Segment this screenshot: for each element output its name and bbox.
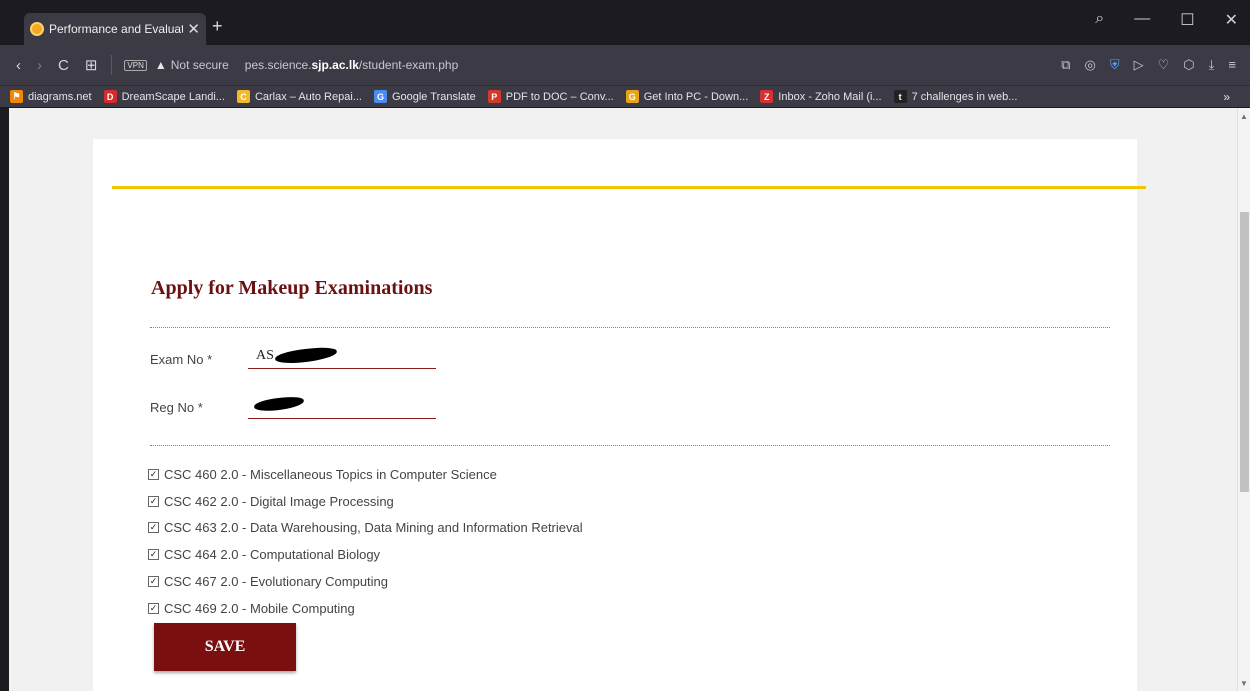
course-item[interactable]: ✓ CSC 463 2.0 - Data Warehousing, Data Mi…	[148, 515, 583, 542]
checkbox-checked[interactable]: ✓	[148, 495, 159, 507]
bookmark-item[interactable]: t 7 challenges in web...	[893, 90, 1018, 103]
vpn-badge[interactable]: VPN	[124, 59, 147, 71]
tab-title: Performance and Evaluatio	[49, 22, 184, 36]
minimize-button[interactable]: —	[1134, 10, 1150, 30]
course-item[interactable]: ✓ CSC 460 2.0 - Miscellaneous Topics in C…	[148, 461, 583, 488]
download-icon[interactable]: ⤓	[1209, 57, 1215, 73]
bookmark-item[interactable]: D DreamScape Landi...	[103, 90, 225, 103]
close-window-button[interactable]: ✕	[1225, 10, 1238, 30]
vertical-scrollbar[interactable]: ▲ ▼	[1237, 108, 1250, 691]
share-icon[interactable]: ⧉	[1061, 57, 1070, 73]
menu-icon[interactable]: ≡	[1228, 57, 1236, 73]
bookmark-label: Get Into PC - Down...	[643, 90, 749, 103]
divider	[111, 55, 113, 75]
page-title: Apply for Makeup Examinations	[151, 277, 433, 299]
checkbox-checked[interactable]: ✓	[148, 549, 159, 561]
bookmark-favicon-icon: G	[373, 90, 387, 103]
forward-button[interactable]: ›	[37, 57, 42, 74]
heart-icon[interactable]: ♡	[1158, 57, 1170, 73]
bookmark-favicon-icon: D	[103, 90, 117, 103]
new-tab-button[interactable]: +	[212, 17, 223, 35]
search-tabs-icon[interactable]: ⌕	[1095, 10, 1104, 30]
page-viewport: Apply for Makeup Examinations Exam No * …	[9, 108, 1237, 691]
course-item[interactable]: ✓ CSC 467 2.0 - Evolutionary Computing	[148, 568, 583, 595]
checkbox-checked[interactable]: ✓	[148, 468, 159, 480]
url-domain: sjp.ac.lk	[311, 58, 359, 72]
url-path: /student-exam.php	[358, 58, 459, 72]
address-bar-tools: ⧉ ◎ ⛨ ▷ ♡ ⬡ ⤓ ≡	[1061, 57, 1236, 73]
bookmark-item[interactable]: G Google Translate	[373, 90, 476, 103]
bookmark-item[interactable]: P PDF to DOC – Conv...	[487, 90, 614, 103]
bookmark-item[interactable]: G Get Into PC - Down...	[625, 90, 749, 103]
bookmark-label: DreamScape Landi...	[121, 90, 225, 103]
bookmark-label: PDF to DOC – Conv...	[505, 90, 614, 103]
bookmark-item[interactable]: ⚑ diagrams.net	[10, 90, 92, 103]
reg-no-label: Reg No *	[150, 400, 203, 415]
bookmark-label: Google Translate	[391, 90, 476, 103]
bookmark-item[interactable]: C Carlax – Auto Repai...	[236, 90, 362, 103]
scroll-thumb[interactable]	[1240, 212, 1249, 492]
url-prefix: pes.science.	[244, 58, 312, 72]
snapshot-icon[interactable]: ◎	[1085, 57, 1096, 73]
course-item[interactable]: ✓ CSC 462 2.0 - Digital Image Processing	[148, 488, 583, 515]
bookmark-label: Carlax – Auto Repai...	[254, 90, 362, 103]
course-list: ✓ CSC 460 2.0 - Miscellaneous Topics in C…	[148, 461, 583, 622]
send-icon[interactable]: ▷	[1134, 57, 1144, 73]
url-field[interactable]: pes.science.sjp.ac.lk/student-exam.php	[245, 58, 458, 72]
course-label: CSC 463 2.0 - Data Warehousing, Data Min…	[164, 520, 583, 536]
bookmark-favicon-icon: C	[236, 90, 250, 103]
course-label: CSC 467 2.0 - Evolutionary Computing	[164, 574, 389, 590]
window-edge	[0, 108, 9, 691]
bookmark-favicon-icon: Z	[760, 90, 774, 103]
save-button[interactable]: SAVE	[154, 623, 296, 671]
course-label: CSC 469 2.0 - Mobile Computing	[164, 600, 355, 616]
divider	[150, 327, 1110, 328]
form-card: Apply for Makeup Examinations Exam No * …	[93, 139, 1146, 691]
checkbox-checked[interactable]: ✓	[148, 576, 159, 588]
bookmark-label: 7 challenges in web...	[911, 90, 1018, 103]
warning-icon: ▲	[154, 58, 167, 72]
exam-no-label: Exam No *	[150, 352, 213, 367]
course-label: CSC 462 2.0 - Digital Image Processing	[164, 493, 394, 509]
back-button[interactable]: ‹	[16, 57, 21, 74]
bookmarks-bar: ⚑ diagrams.net D DreamScape Landi... C Carlax…	[0, 85, 1250, 107]
scroll-up-icon[interactable]: ▲	[1240, 112, 1248, 121]
course-item[interactable]: ✓ CSC 469 2.0 - Mobile Computing	[148, 595, 583, 622]
bookmark-favicon-icon: G	[625, 90, 639, 103]
scroll-down-icon[interactable]: ▼	[1240, 679, 1248, 688]
reload-button[interactable]: C	[58, 57, 69, 74]
bookmark-label: diagrams.net	[28, 90, 92, 103]
bookmark-item[interactable]: Z Inbox - Zoho Mail (i...	[760, 90, 882, 103]
address-bar: ‹ › C ⊞ VPN ▲ Not secure pes.science.sjp…	[0, 45, 1250, 85]
course-item[interactable]: ✓ CSC 464 2.0 - Computational Biology	[148, 541, 583, 568]
bookmark-favicon-icon: t	[893, 90, 907, 103]
checkbox-checked[interactable]: ✓	[148, 522, 159, 534]
checkbox-checked[interactable]: ✓	[148, 602, 159, 614]
extensions-icon[interactable]: ⬡	[1183, 57, 1194, 73]
tab-bar: Performance and Evaluatio ✕ + ⌕ — ☐ ✕	[0, 0, 1250, 45]
maximize-button[interactable]: ☐	[1180, 10, 1194, 30]
adblock-shield-icon[interactable]: ⛨	[1110, 57, 1120, 73]
speed-dial-icon[interactable]: ⊞	[85, 56, 98, 74]
bookmark-label: Inbox - Zoho Mail (i...	[778, 90, 882, 103]
course-label: CSC 460 2.0 - Miscellaneous Topics in Co…	[164, 466, 497, 482]
security-status[interactable]: Not secure	[171, 58, 229, 72]
more-bookmarks-icon[interactable]: »	[1223, 90, 1230, 104]
site-favicon-icon	[30, 22, 44, 36]
window-controls: ⌕ — ☐ ✕	[1095, 10, 1238, 30]
active-tab[interactable]: Performance and Evaluatio ✕	[24, 13, 206, 45]
accent-divider	[112, 186, 1146, 189]
course-label: CSC 464 2.0 - Computational Biology	[164, 547, 381, 563]
divider	[150, 445, 1110, 446]
bookmark-favicon-icon: ⚑	[10, 90, 23, 103]
bookmark-favicon-icon: P	[487, 90, 501, 103]
close-tab-icon[interactable]: ✕	[187, 20, 200, 38]
